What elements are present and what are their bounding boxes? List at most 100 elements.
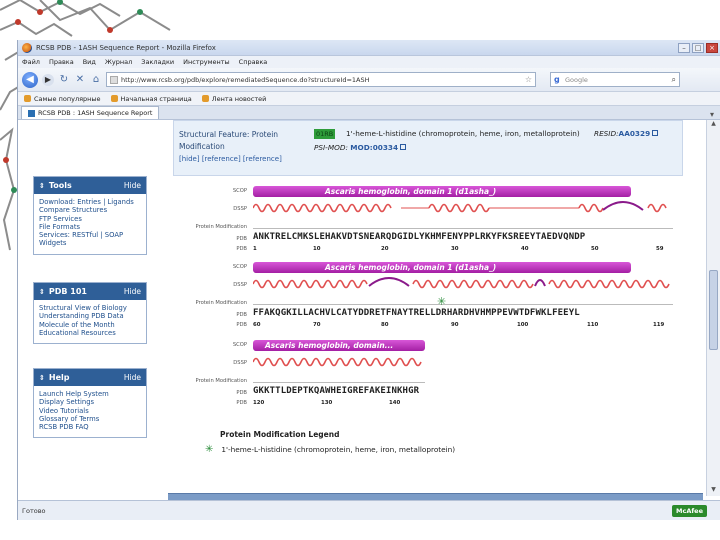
pdb101-link[interactable]: Educational Resources: [39, 329, 141, 337]
search-icon[interactable]: ⌕: [672, 75, 676, 85]
expand-collapse-icon: ⇕: [39, 287, 45, 296]
pdb101-panel: ⇕ PDB 101 Hide Structural View of Biolog…: [33, 282, 147, 345]
pdb101-hide-link[interactable]: Hide: [124, 287, 141, 296]
scop-domain-label: Ascaris hemoglobin, domain...: [265, 341, 394, 350]
menu-bookmarks[interactable]: Закладки: [141, 58, 174, 66]
legend-item-label: 1'-heme-L-histidine (chromoprotein, heme…: [221, 445, 456, 454]
menu-history[interactable]: Журнал: [105, 58, 132, 66]
maximize-button[interactable]: □: [692, 42, 704, 53]
bookmark-news-feed[interactable]: Лента новостей: [201, 95, 266, 103]
tab-strip: RCSB PDB : 1ASH Sequence Report ▾: [18, 106, 720, 120]
psimod-reference: PSI-MOD: MOD:00334: [314, 143, 407, 152]
back-button[interactable]: ◀: [22, 71, 38, 88]
protein-modification-track-label: Protein Modification: [195, 300, 247, 306]
tick-label: 119: [653, 322, 665, 328]
modification-description: 1'-heme-L-histidine (chromoprotein, heme…: [346, 129, 580, 138]
dssp-track-label: DSSP: [233, 282, 247, 288]
expand-collapse-icon: ⇕: [39, 373, 45, 382]
helix-segment: [253, 279, 368, 289]
pdb-track-label: PDB: [236, 400, 247, 406]
help-link[interactable]: Glossary of Terms: [39, 415, 141, 423]
firefox-icon: [22, 42, 32, 53]
menu-bar: Файл Правка Вид Журнал Закладки Инструме…: [18, 56, 720, 68]
tools-link[interactable]: File Formats: [39, 223, 141, 231]
tick-label: 90: [451, 322, 459, 328]
tab-sequence-report[interactable]: RCSB PDB : 1ASH Sequence Report: [21, 106, 160, 119]
bookmark-start-page[interactable]: Начальная страница: [110, 95, 192, 103]
residue-ruler: 1 10 20 30 40 50 59: [251, 246, 671, 254]
home-icon[interactable]: ⌂: [90, 74, 102, 85]
tools-link[interactable]: Compare Structures: [39, 206, 141, 214]
pdb101-panel-header: ⇕ PDB 101 Hide: [34, 283, 146, 300]
helix-segment: [412, 279, 534, 289]
dssp-track-label: DSSP: [233, 206, 247, 212]
help-title: Help: [48, 373, 70, 382]
tick-label: 130: [321, 400, 333, 406]
pdb101-link[interactable]: Molecule of the Month: [39, 321, 141, 329]
dssp-track: [253, 277, 670, 289]
tools-title: Tools: [48, 181, 72, 190]
scroll-down-icon[interactable]: ▼: [707, 486, 720, 496]
pdb-track-label: PDB: [236, 390, 247, 396]
turn-segment: [534, 279, 546, 287]
pdb101-link[interactable]: Structural View of Biology: [39, 304, 141, 312]
dssp-track: [253, 357, 422, 367]
modification-site-star-icon[interactable]: ✳: [437, 295, 446, 308]
helix-segment: [647, 203, 667, 213]
tools-link[interactable]: FTP Services: [39, 215, 141, 223]
help-link[interactable]: Display Settings: [39, 398, 141, 406]
menu-tools[interactable]: Инструменты: [183, 58, 230, 66]
resid-reference: RESID:AA0329: [594, 129, 659, 138]
helix-segment: [578, 203, 604, 213]
vertical-scrollbar[interactable]: ▲ ▼: [706, 120, 720, 496]
scroll-thumb[interactable]: [709, 270, 718, 350]
reload-icon[interactable]: ↻: [58, 74, 70, 85]
mcafee-badge[interactable]: McAfee: [672, 504, 707, 517]
scroll-up-icon[interactable]: ▲: [707, 120, 720, 130]
menu-edit[interactable]: Правка: [49, 58, 74, 66]
tick-label: 80: [381, 322, 389, 328]
status-text: Готово: [22, 506, 46, 515]
sequence-residues: GKKTTLDEPTKQAWHEIGREFAKEINKHGR: [253, 386, 420, 396]
menu-help[interactable]: Справка: [239, 58, 268, 66]
close-button[interactable]: ×: [706, 42, 718, 53]
help-link[interactable]: Launch Help System: [39, 390, 141, 398]
tools-link[interactable]: Download: Entries | Ligands: [39, 198, 141, 206]
menu-file[interactable]: Файл: [22, 58, 40, 66]
external-link-icon[interactable]: [652, 130, 659, 136]
help-link[interactable]: RCSB PDB FAQ: [39, 423, 141, 431]
feature-links[interactable]: [hide] [reference] [reference]: [179, 155, 282, 163]
modification-track-line: [253, 382, 425, 385]
dssp-track-label: DSSP: [233, 360, 247, 366]
turn-segment: [602, 201, 644, 211]
minimize-button[interactable]: –: [678, 42, 690, 53]
tools-link[interactable]: Services: RESTful | SOAP: [39, 231, 141, 239]
search-box[interactable]: g Google ⌕: [550, 72, 680, 87]
url-bar[interactable]: http://www.rcsb.org/pdb/explore/remediat…: [106, 72, 536, 87]
resid-link[interactable]: AA0329: [619, 129, 651, 138]
bookmark-most-visited[interactable]: Самые популярные: [24, 95, 101, 103]
pdb101-link[interactable]: Understanding PDB Data: [39, 312, 141, 320]
tab-list-icon[interactable]: ▾: [710, 110, 714, 119]
tools-link[interactable]: Widgets: [39, 239, 141, 247]
scop-track-label: SCOP: [232, 264, 247, 270]
modification-legend: Protein Modification Legend ✳ 1'-heme-L-…: [205, 430, 455, 455]
forward-button[interactable]: ▶: [42, 73, 54, 86]
help-link[interactable]: Video Tutorials: [39, 407, 141, 415]
page-content: ⇕ Tools Hide Download: Entries | Ligands…: [18, 120, 706, 496]
psimod-link[interactable]: MOD:00334: [350, 143, 398, 152]
modification-star-icon: ✳: [205, 444, 214, 455]
tools-hide-link[interactable]: Hide: [124, 181, 141, 190]
scop-domain-label: Ascaris hemoglobin, domain 1 (d1asha_): [325, 187, 497, 196]
external-link-icon[interactable]: [400, 144, 407, 150]
tick-label: 40: [521, 246, 529, 252]
stop-icon[interactable]: ✕: [74, 74, 86, 85]
rss-icon: [201, 95, 209, 102]
bookmark-icon: [110, 95, 118, 102]
menu-view[interactable]: Вид: [83, 58, 96, 66]
pdb-track-label: PDB: [236, 312, 247, 318]
resid-label: RESID:: [594, 129, 619, 138]
sequence-residues: ANKTRELCMKSLEHAKVDTSNEARQDGIDLYKHMFENYPP…: [253, 232, 586, 242]
help-hide-link[interactable]: Hide: [124, 373, 141, 382]
bookmark-star-icon[interactable]: ☆: [525, 75, 532, 84]
